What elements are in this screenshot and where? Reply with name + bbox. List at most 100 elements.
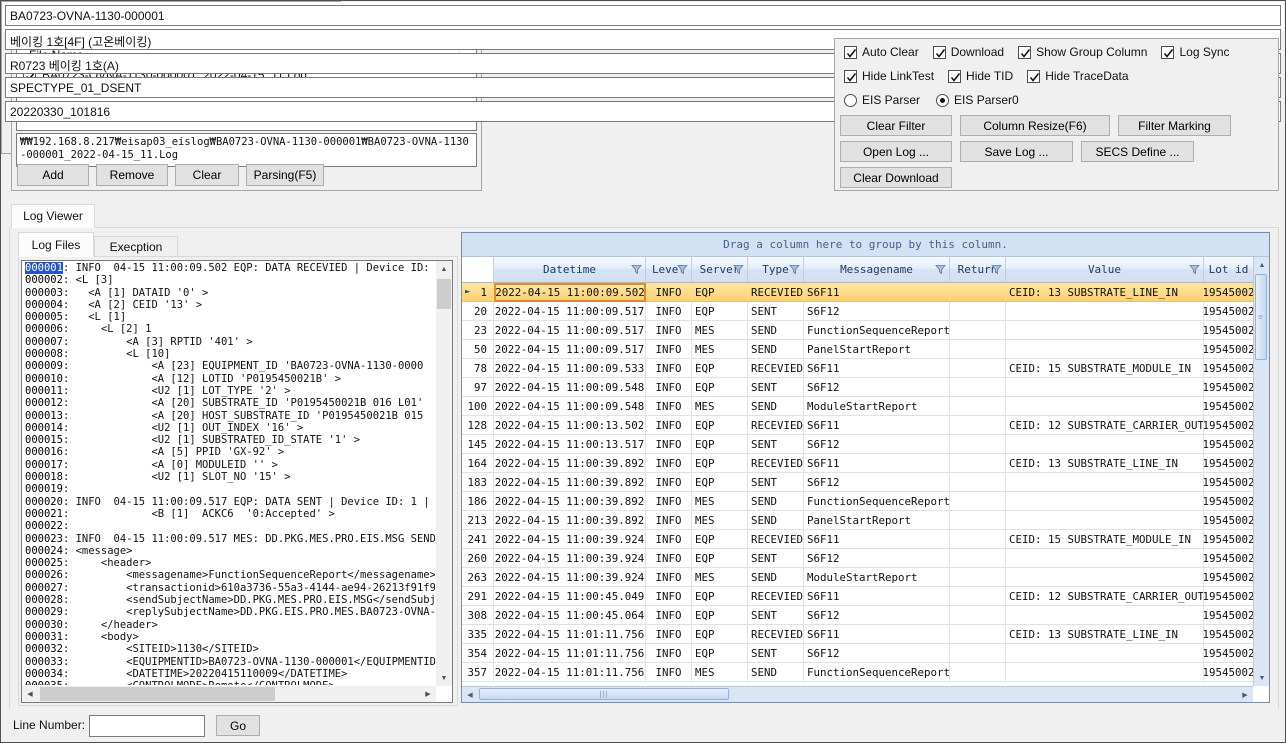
grid-cell-message[interactable]: FunctionSequenceReport [804,663,950,682]
grid-cell-lot[interactable]: P0195450021B [1204,454,1253,473]
grid-row[interactable]: ►1832022-04-15 11:00:39.892INFOEQPSENTS6… [462,473,1253,492]
grid-cell-return[interactable] [950,625,1006,644]
grid-cell-server[interactable]: EQP [692,302,748,321]
grid-cell-lot[interactable]: P0195450021B [1204,663,1253,682]
grid-row[interactable]: ►1282022-04-15 11:00:13.502INFOEQPRECEVI… [462,416,1253,435]
hide-tracedata-checkbox[interactable]: Hide TraceData [1027,69,1128,83]
grid-cell-type[interactable]: SEND [748,568,804,587]
grid-cell-datetime[interactable]: 2022-04-15 11:00:45.049 [494,587,646,606]
grid-row-indicator[interactable]: ►183 [462,473,494,492]
grid-cell-return[interactable] [950,321,1006,340]
column-header-return[interactable]: Return [950,257,1006,283]
grid-cell-type[interactable]: RECEVIED [748,587,804,606]
grid-row-indicator[interactable]: ►1 [462,283,494,302]
grid-cell-value[interactable]: CEID: 12 SUBSTRATE_CARRIER_OUT [1006,416,1204,435]
grid-cell-message[interactable]: S6F11 [804,587,950,606]
grid-cell-server[interactable]: EQP [692,549,748,568]
column-header-lotid[interactable]: Lot id [1204,257,1254,283]
log-line[interactable]: 000021: <B [1] ACKC6 '0:Accepted' > [25,508,435,520]
tab-log-files[interactable]: Log Files [18,232,94,257]
grid-cell-level[interactable]: INFO [646,606,692,625]
log-line[interactable]: 000024: <message> [25,545,435,557]
grid-cell-value[interactable] [1006,549,1204,568]
eis-parser0-radio[interactable]: EIS Parser0 [936,93,1019,107]
log-line[interactable]: 000008: <L [10] [25,348,435,360]
grid-row[interactable]: ►1642022-04-15 11:00:39.892INFOEQPRECEVI… [462,454,1253,473]
grid-cell-server[interactable]: EQP [692,473,748,492]
grid-cell-datetime[interactable]: 2022-04-15 11:00:09.548 [494,397,646,416]
grid-row-indicator[interactable]: ►335 [462,625,494,644]
grid-cell-return[interactable] [950,397,1006,416]
save-log-button[interactable]: Save Log ... [960,141,1073,162]
grid-horizontal-scrollbar[interactable]: ◀ ||| ▶ [462,686,1253,702]
grid-vscroll-thumb[interactable]: ≡ [1255,274,1267,360]
log-line[interactable]: 000028: <sendSubjectName>DD.PKG.MES.PRO.… [25,594,435,606]
grid-row[interactable]: ►3352022-04-15 11:01:11.756INFOEQPRECEVI… [462,625,1253,644]
clear-button[interactable]: Clear [175,164,239,186]
column-header-datetime[interactable]: Datetime [494,257,646,283]
grid-cell-message[interactable]: FunctionSequenceReport [804,321,950,340]
grid-row[interactable]: ►3082022-04-15 11:00:45.064INFOEQPSENTS6… [462,606,1253,625]
grid-cell-type[interactable]: SENT [748,644,804,663]
log-line[interactable]: 000013: <A [20] HOST_SUBSTRATE_ID 'P0195… [25,410,435,422]
scroll-left-icon[interactable]: ◀ [22,686,38,702]
grid-row-indicator[interactable]: ►308 [462,606,494,625]
log-line[interactable]: 000032: <SITEID>1130</SITEID> [25,643,435,655]
log-line[interactable]: 000033: <EQUIPMENTID>BA0723-OVNA-1130-00… [25,656,435,668]
clear-filter-button[interactable]: Clear Filter [840,115,952,136]
grid-cell-message[interactable]: S6F11 [804,625,950,644]
log-line[interactable]: 000018: <U2 [1] SLOT_NO '15' > [25,471,435,483]
grid-row[interactable]: ►2412022-04-15 11:00:39.924INFOEQPRECEVI… [462,530,1253,549]
grid-row[interactable]: ►202022-04-15 11:00:09.517INFOEQPSENTS6F… [462,302,1253,321]
go-button[interactable]: Go [216,715,260,736]
grid-cell-datetime[interactable]: 2022-04-15 11:01:11.756 [494,663,646,682]
log-line[interactable]: 000014: <U2 [1] OUT_INDEX '16' > [25,422,435,434]
grid-cell-level[interactable]: INFO [646,549,692,568]
log-line[interactable]: 000005: <L [1] [25,311,435,323]
scroll-up-icon[interactable]: ▲ [436,261,452,277]
log-line[interactable]: 000019: [25,483,435,495]
grid-cell-datetime[interactable]: 2022-04-15 11:00:09.517 [494,340,646,359]
grid-row[interactable]: ►12022-04-15 11:00:09.502INFOEQPRECEVIED… [462,283,1253,302]
scroll-right-icon[interactable]: ▶ [420,686,436,702]
grid-cell-datetime[interactable]: 2022-04-15 11:00:39.892 [494,473,646,492]
column-header-level[interactable]: Level [646,257,692,283]
filter-icon[interactable] [1189,264,1200,275]
editor-vscroll-thumb[interactable] [437,279,451,309]
grid-cell-datetime[interactable]: 2022-04-15 11:00:09.548 [494,378,646,397]
grid-cell-message[interactable]: FunctionSequenceReport [804,492,950,511]
grid-cell-message[interactable]: S6F11 [804,283,950,302]
scroll-left-icon[interactable]: ◀ [462,687,478,703]
grid-cell-level[interactable]: INFO [646,302,692,321]
grid-cell-return[interactable] [950,378,1006,397]
filter-icon[interactable] [677,264,688,275]
log-line[interactable]: 000027: <transactionid>610a3736-55a3-414… [25,582,435,594]
column-resize-button[interactable]: Column Resize(F6) [960,115,1110,136]
grid-row-indicator[interactable]: ►213 [462,511,494,530]
grid-row[interactable]: ►1002022-04-15 11:00:09.548INFOMESSENDMo… [462,397,1253,416]
grid-row[interactable]: ►3572022-04-15 11:01:11.756INFOMESSENDFu… [462,663,1253,682]
grid-cell-return[interactable] [950,663,1006,682]
file-path-box[interactable]: ₩₩192.168.8.217₩eisap03_eislog₩BA0723-OV… [16,133,477,167]
grid-cell-value[interactable] [1006,378,1204,397]
grid-cell-value[interactable]: CEID: 13 SUBSTRATE_LINE_IN [1006,454,1204,473]
grid-cell-server[interactable]: EQP [692,625,748,644]
grid-cell-level[interactable]: INFO [646,492,692,511]
grid-cell-return[interactable] [950,492,1006,511]
grid-row-indicator[interactable]: ►260 [462,549,494,568]
eis-parser-radio[interactable]: EIS Parser [844,93,920,107]
grid-row[interactable]: ►1452022-04-15 11:00:13.517INFOEQPSENTS6… [462,435,1253,454]
grid-cell-server[interactable]: MES [692,397,748,416]
grid-cell-server[interactable]: MES [692,492,748,511]
grid-cell-type[interactable]: SENT [748,549,804,568]
grid-row-indicator[interactable]: ►241 [462,530,494,549]
grid-cell-type[interactable]: RECEVIED [748,416,804,435]
grid-cell-value[interactable]: CEID: 15 SUBSTRATE_MODULE_IN [1006,530,1204,549]
grid-vertical-scrollbar[interactable]: ▲ ≡ ▼ [1253,257,1269,686]
grid-cell-message[interactable]: S6F12 [804,473,950,492]
grid-cell-datetime[interactable]: 2022-04-15 11:00:39.924 [494,568,646,587]
column-header-value[interactable]: Value [1006,257,1204,283]
grid-cell-level[interactable]: INFO [646,397,692,416]
log-sync-checkbox[interactable]: Log Sync [1161,45,1229,59]
grid-cell-return[interactable] [950,530,1006,549]
